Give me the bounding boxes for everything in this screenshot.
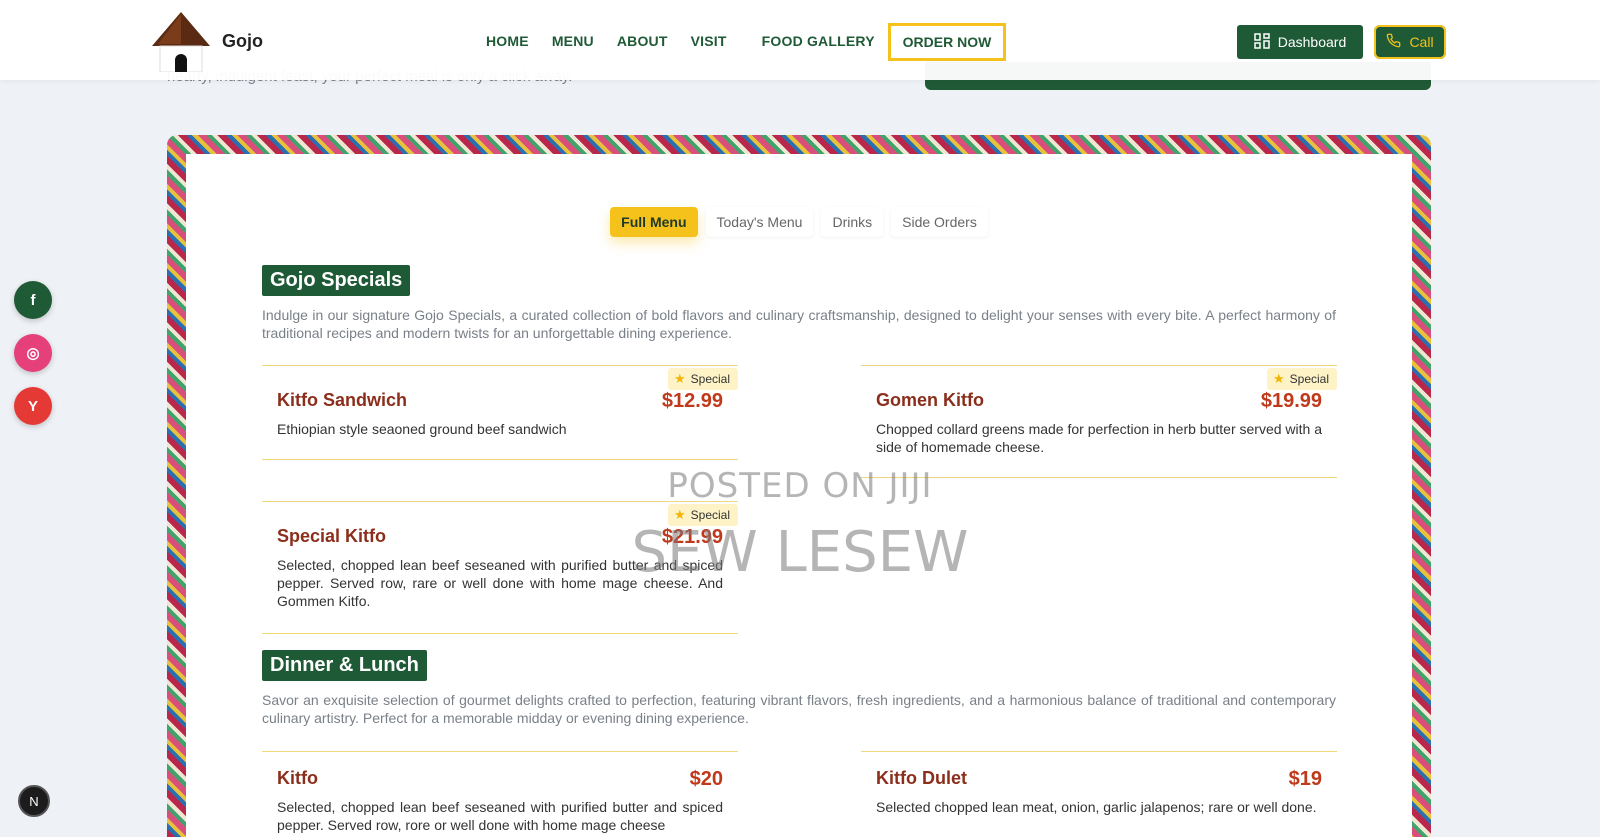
item-price: $20 (689, 768, 723, 790)
nav-menu[interactable]: MENU (552, 33, 594, 49)
site-header: Gojo HOME MENU ABOUT VISIT FOOD GALLERY … (0, 0, 1600, 80)
phone-icon (1386, 33, 1401, 51)
tab-full-menu[interactable]: Full Menu (610, 207, 698, 237)
dashboard-button[interactable]: Dashboard (1237, 25, 1363, 59)
menu-item-card[interactable]: Kitfo Dulet $19 Selected chopped lean me… (861, 751, 1337, 837)
menu-item-card[interactable]: ★ Special Gomen Kitfo $19.99 Chopped coll… (861, 365, 1337, 478)
item-desc: Chopped collard greens made for perfecti… (876, 421, 1322, 455)
facebook-button[interactable]: f (14, 281, 52, 319)
special-badge: ★ Special (667, 504, 738, 526)
item-name: Kitfo Dulet (876, 768, 967, 788)
menu-item-card[interactable]: ★ Special Kitfo Sandwich $12.99 Ethiopian… (262, 365, 738, 460)
menu-panel: Full Menu Today's Menu Drinks Side Order… (186, 154, 1412, 837)
item-desc: Selected, chopped lean beef seseaned wit… (277, 799, 723, 833)
special-badge: ★ Special (1266, 368, 1337, 390)
item-price: $19.99 (1260, 390, 1322, 412)
nav-visit[interactable]: VISIT (691, 33, 727, 49)
order-now-button[interactable]: ORDER NOW (888, 23, 1006, 61)
nav-home[interactable]: HOME (486, 33, 529, 49)
item-divider (262, 459, 738, 460)
item-desc: Selected chopped lean meat, onion, garli… (876, 799, 1317, 815)
instagram-icon: ◎ (26, 345, 40, 362)
menu-item-card[interactable]: ★ Special Special Kitfo $21.99 Selected, … (262, 501, 738, 634)
item-price: $19 (1288, 768, 1322, 790)
dashboard-label: Dashboard (1277, 34, 1347, 50)
nav-about[interactable]: ABOUT (617, 33, 668, 49)
tab-drinks[interactable]: Drinks (821, 207, 884, 237)
hut-logo-icon (150, 10, 212, 73)
main-nav: HOME MENU ABOUT VISIT FOOD GALLERY (486, 33, 898, 49)
star-icon: ★ (673, 507, 686, 522)
menu-item-card[interactable]: Kitfo $20 Selected, chopped lean beef se… (262, 751, 738, 837)
section-title-dinner-lunch: Dinner & Lunch (262, 650, 427, 681)
item-desc: Ethiopian style seaoned ground beef sand… (277, 421, 567, 437)
special-badge-label: Special (690, 508, 730, 522)
youtube-icon: Y (27, 397, 38, 415)
call-button[interactable]: Call (1374, 25, 1446, 59)
brand-logo[interactable]: Gojo (150, 10, 263, 73)
item-name: Special Kitfo (277, 526, 387, 546)
instagram-button[interactable]: ◎ (14, 334, 52, 372)
special-badge: ★ Special (667, 368, 738, 390)
special-badge-label: Special (690, 372, 730, 386)
item-price: $12.99 (661, 390, 723, 412)
star-icon: ★ (673, 371, 686, 386)
special-badge-label: Special (1289, 372, 1329, 386)
item-divider (262, 633, 738, 634)
call-label: Call (1409, 34, 1434, 50)
tab-side-orders[interactable]: Side Orders (891, 207, 988, 237)
menu-tabs: Full Menu Today's Menu Drinks Side Order… (186, 207, 1412, 237)
star-icon: ★ (1272, 371, 1285, 386)
section-desc-gojo-specials: Indulge in our signature Gojo Specials, … (262, 307, 1336, 341)
section-desc-dinner-lunch: Savor an exquisite selection of gourmet … (262, 692, 1336, 726)
dashboard-grid-icon (1254, 32, 1270, 52)
section-title-gojo-specials: Gojo Specials (262, 265, 411, 296)
n-badge-icon[interactable]: N (18, 785, 50, 817)
menu-frame: Full Menu Today's Menu Drinks Side Order… (167, 135, 1431, 837)
brand-name: Gojo (222, 30, 263, 51)
item-price: $21.99 (661, 526, 723, 548)
tab-todays-menu[interactable]: Today's Menu (705, 207, 814, 237)
item-name: Kitfo Sandwich (277, 390, 407, 410)
nav-food-gallery[interactable]: FOOD GALLERY (762, 33, 875, 49)
item-name: Gomen Kitfo (876, 390, 984, 410)
youtube-button[interactable]: Y (14, 387, 52, 425)
item-name: Kitfo (277, 768, 318, 788)
facebook-icon: f (30, 291, 36, 309)
item-desc: Selected, chopped lean beef seseaned wit… (277, 557, 723, 609)
item-divider (861, 477, 1337, 478)
